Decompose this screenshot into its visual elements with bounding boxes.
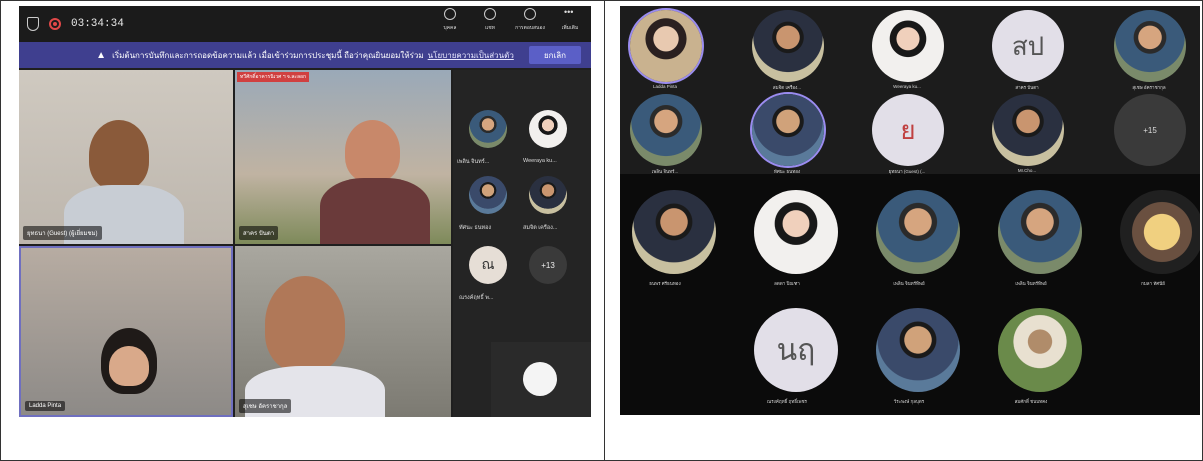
participant-name: สมจิต เครือง... (772, 85, 802, 90)
more-button[interactable]: ••• เพิ่มเติม (555, 8, 585, 32)
more-participants-button[interactable]: +15 (1114, 94, 1186, 166)
participant-avatar[interactable] (469, 110, 507, 148)
self-avatar (523, 362, 557, 396)
participant-name: Weeraya ku... (523, 158, 557, 164)
participant-avatar[interactable] (992, 94, 1064, 166)
video-caption: ทวีศักดิ์อาคารนิเวศ ฯ จ.ละลอก (237, 72, 310, 82)
participant-name: เพลิน จินทร์ทิพย์ (893, 281, 925, 286)
participant-name: เพลิน จินทร์... (651, 169, 679, 174)
participant-name: ทัศนะ ธนทอง (459, 225, 492, 231)
record-icon (49, 18, 61, 30)
dismiss-button[interactable]: ยกเลิก (529, 46, 581, 64)
participant-body (320, 178, 430, 244)
reactions-button[interactable]: การตอบสนอง (515, 8, 545, 32)
video-tile[interactable]: สุเชษ อัคราชากุล (235, 246, 451, 417)
participant-name: ทัศนะ ธนทอง (773, 169, 801, 174)
participant-avatar[interactable]: สป (992, 10, 1064, 82)
privacy-link[interactable]: นโยบายความเป็นส่วนตัว (428, 49, 514, 62)
participant-name: เพลิน จินทร์ทิพย์ (1015, 281, 1047, 286)
shield-icon (27, 17, 39, 31)
participant-name: สุเชษ อัคราชากุล (1132, 85, 1166, 90)
participant-avatar[interactable] (876, 190, 960, 274)
teams-meeting-window: 03:34:34 บุคคล แชท การตอบสนอง ••• เพิ่มเต… (19, 6, 591, 417)
participant-name: Mr.Cho... (1017, 168, 1037, 173)
participant-name: เพลิน จินทร์... (457, 159, 490, 165)
warning-icon: ▲ (96, 49, 107, 61)
participant-avatar[interactable] (529, 110, 567, 148)
participant-avatar[interactable] (1114, 10, 1186, 82)
participant-name: Ladda Pinta (25, 401, 66, 411)
participant-name: ธนพร ศรีธนทอง (649, 281, 681, 286)
participant-name: ณรงค์ฤทธิ์ ฤทธิ์เพชร (767, 399, 807, 404)
participant-name: ยุทธนา (Guest) (ผู้เยี่ยมชม) (23, 226, 102, 240)
participant-avatar[interactable] (872, 10, 944, 82)
participant-avatar[interactable] (752, 94, 824, 166)
participant-avatar[interactable] (630, 94, 702, 166)
chat-label: แชท (485, 25, 495, 31)
video-tile[interactable]: ทวีศักดิ์อาคารนิเวศ ฯ จ.ละลอก สาคร ปันตา (235, 70, 451, 244)
more-label: เพิ่มเติม (561, 25, 579, 31)
participant-video (265, 276, 345, 372)
banner-text: เริ่มต้นการบันทึกและการถอดข้อความแล้ว เม… (112, 50, 424, 60)
participant-avatar[interactable] (632, 190, 716, 274)
recording-banner: ▲ เริ่มต้นการบันทึกและการถอดข้อความแล้ว … (19, 42, 591, 68)
participant-avatar[interactable] (998, 308, 1082, 392)
participant-video (345, 120, 400, 182)
participant-avatar[interactable] (529, 176, 567, 214)
video-tile[interactable]: Ladda Pinta (19, 246, 233, 417)
participant-body (109, 346, 149, 386)
participant-avatar[interactable]: ณ (469, 246, 507, 284)
people-button[interactable]: บุคคล (435, 8, 465, 32)
participant-avatar[interactable] (754, 190, 838, 274)
reactions-icon (524, 8, 536, 20)
chat-icon (484, 8, 496, 20)
participant-avatar[interactable]: ย (872, 94, 944, 166)
participant-avatar[interactable] (1120, 190, 1200, 274)
participant-name: วีระพงษ์ กุลบุตร (893, 399, 925, 404)
people-label: บุคคล (443, 25, 457, 31)
meeting-timer: 03:34:34 (71, 18, 124, 30)
people-icon (444, 8, 456, 20)
meeting-topbar: 03:34:34 บุคคล แชท การตอบสนอง ••• เพิ่มเต… (19, 6, 591, 42)
participant-name: Ladda Pinta (652, 84, 678, 89)
gallery-top-section: Ladda Pinta สมจิต เครือง... Weeraya ku..… (620, 6, 1200, 174)
participant-name: Weeraya ku... (893, 84, 921, 89)
participant-avatar[interactable] (630, 10, 702, 82)
participant-name: สมศักดิ์ ชนบทคง (1014, 399, 1048, 404)
video-tile[interactable]: ยุทธนา (Guest) (ผู้เยี่ยมชม) (19, 70, 233, 244)
self-preview (491, 342, 591, 417)
participant-name: ยุทธนา (Guest) (... (888, 169, 926, 174)
participant-avatar[interactable] (469, 176, 507, 214)
participant-name: ลดดา ปิณฑา (774, 281, 800, 286)
participant-name: สาคร ปันตา (1015, 85, 1039, 90)
participant-avatar[interactable] (876, 308, 960, 392)
more-icon: ••• (564, 7, 574, 17)
chat-button[interactable]: แชท (475, 8, 505, 32)
panel-divider (604, 0, 605, 461)
more-participants-button[interactable]: +13 (529, 246, 567, 284)
participant-avatar[interactable]: นฤ (754, 308, 838, 392)
participant-name: ณรงค์ฤทธิ์ พ... (459, 295, 494, 301)
reactions-label: การตอบสนอง (515, 25, 545, 31)
participant-name: สมจิต เครือง... (523, 225, 558, 231)
participant-name: สุเชษ อัคราชากุล (239, 399, 292, 413)
participant-name: กมลา ทัศนีย์ (1141, 281, 1165, 286)
participant-name: สาคร ปันตา (239, 226, 279, 240)
participant-avatar[interactable] (752, 10, 824, 82)
gallery-view-window: Ladda Pinta สมจิต เครือง... Weeraya ku..… (620, 6, 1200, 415)
participant-video (89, 120, 149, 190)
participant-avatar[interactable] (998, 190, 1082, 274)
video-grid: ยุทธนา (Guest) (ผู้เยี่ยมชม) ทวีศักดิ์อา… (19, 70, 451, 417)
